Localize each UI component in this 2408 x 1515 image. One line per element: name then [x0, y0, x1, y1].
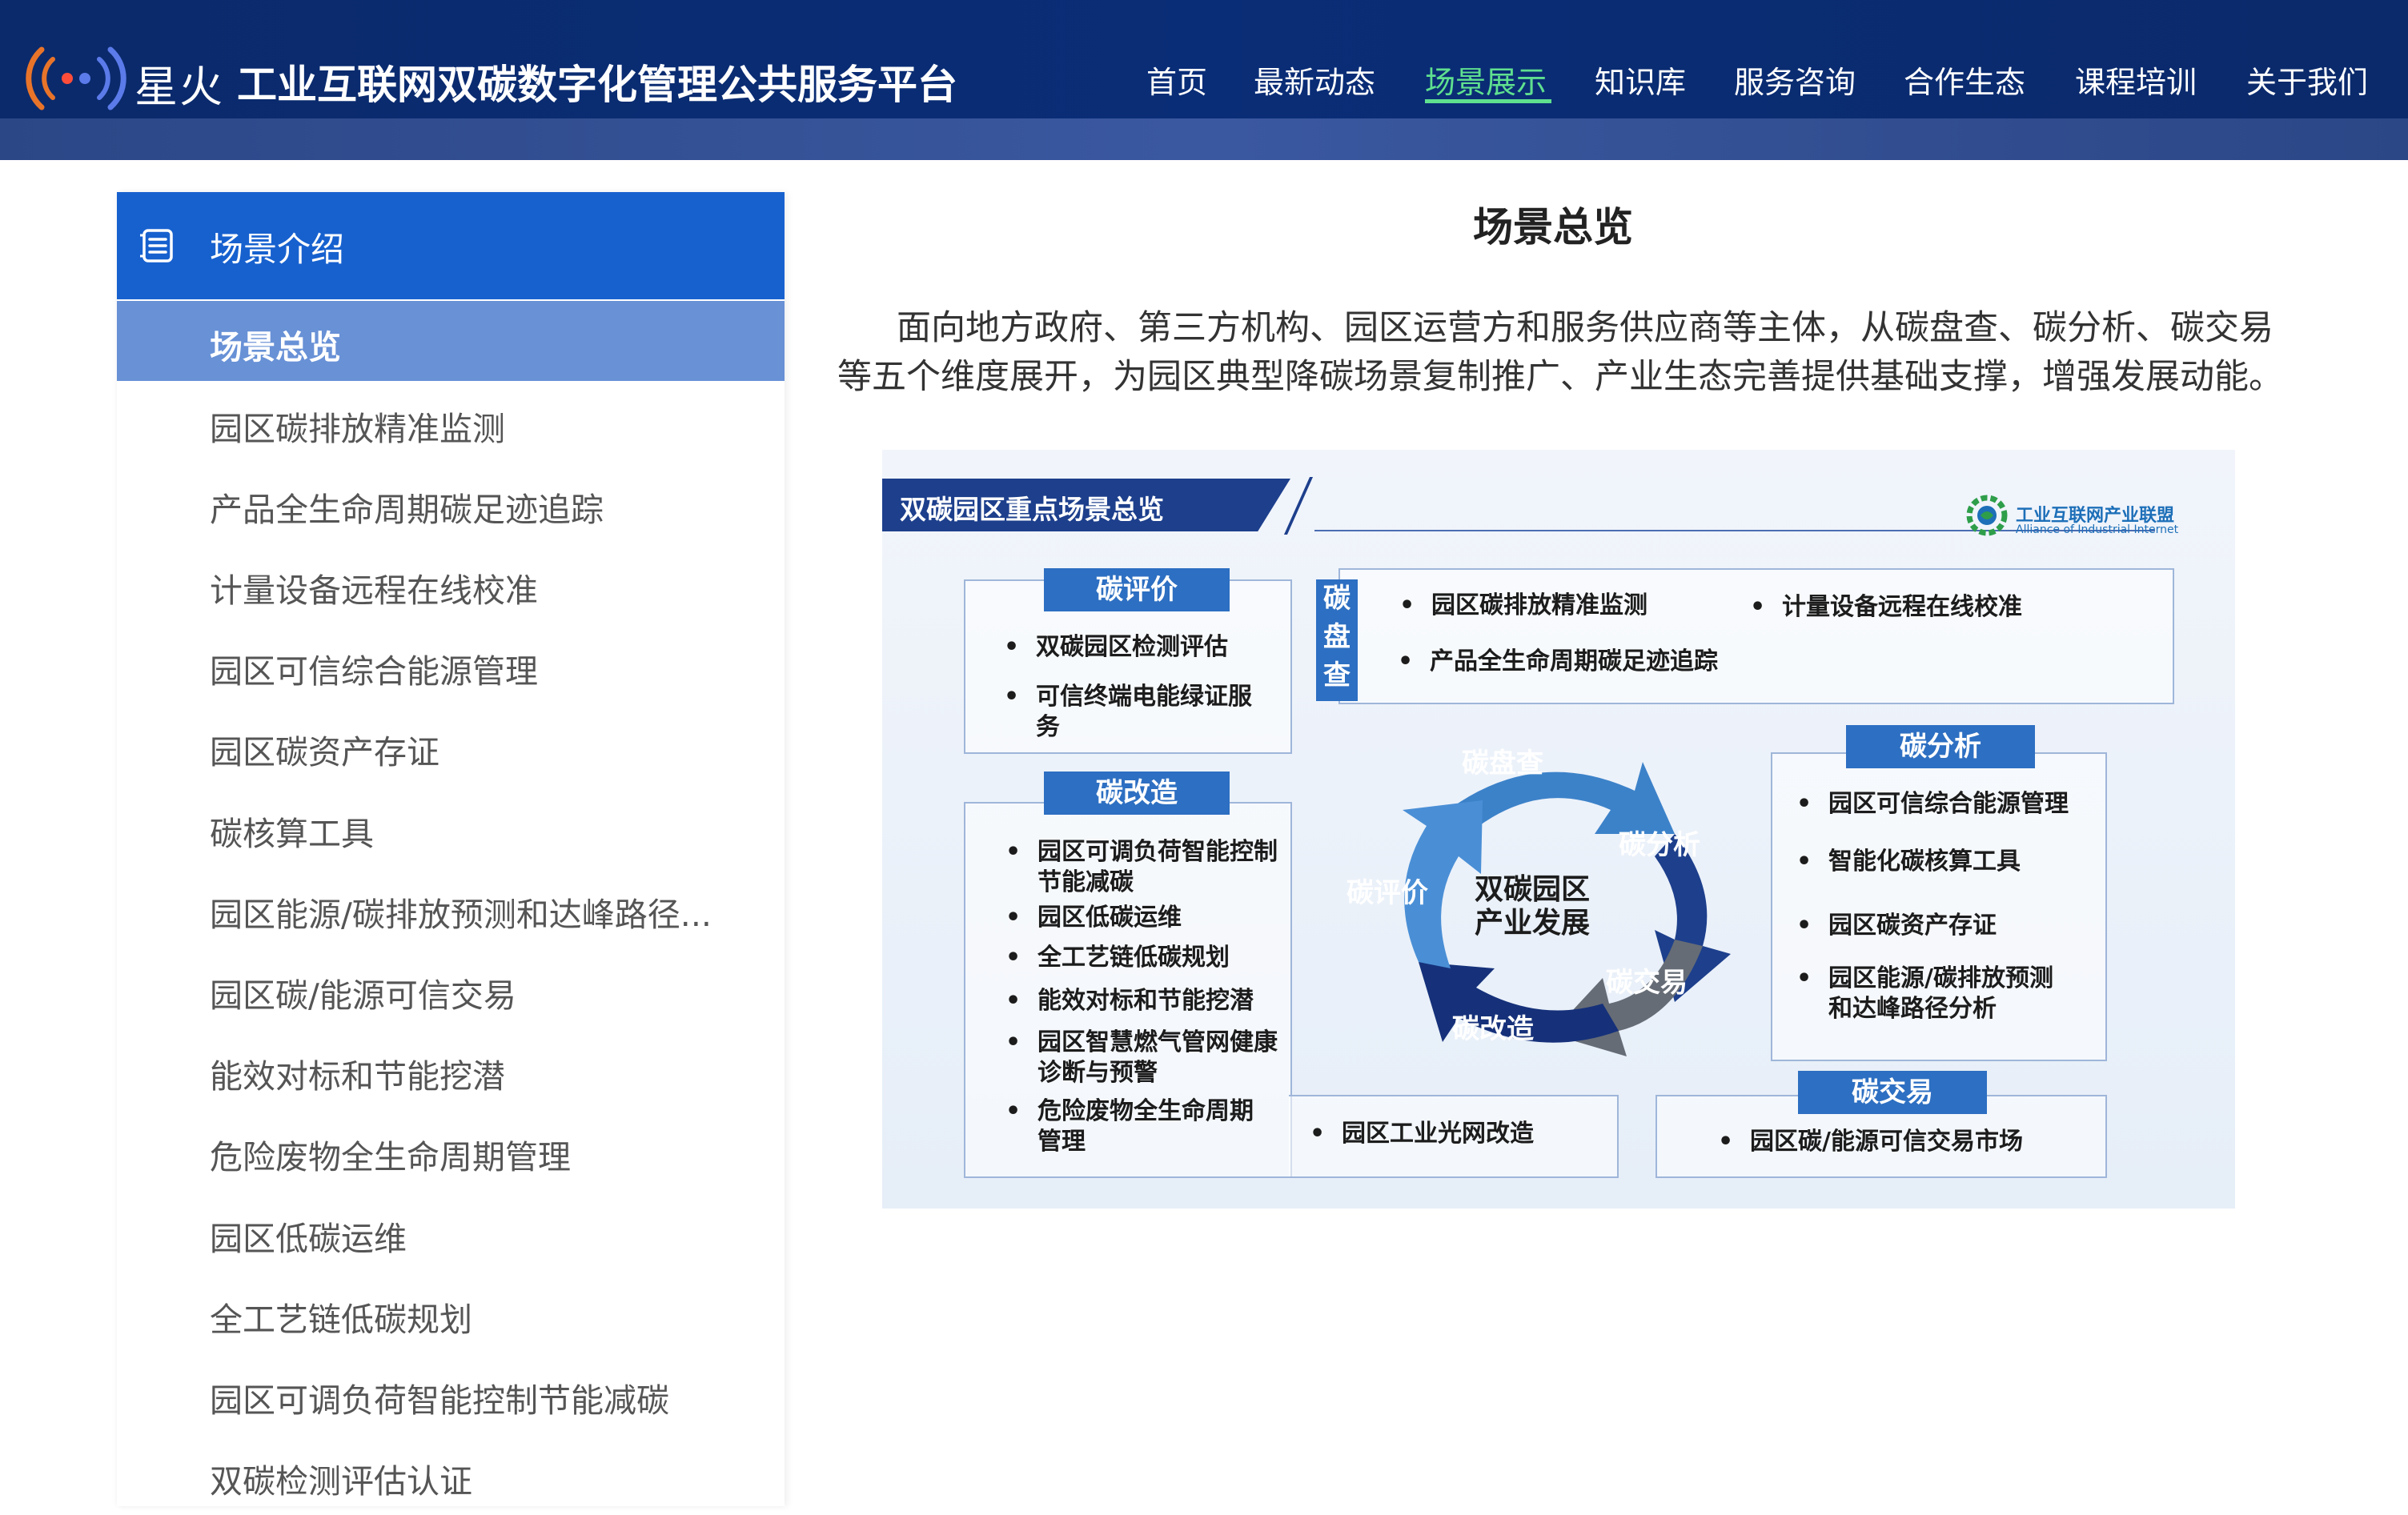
- nav-about[interactable]: 关于我们: [2246, 58, 2368, 102]
- trade-tag: 碳交易: [1798, 1071, 1987, 1114]
- nav-active-underline: [1425, 99, 1551, 103]
- header-band: [0, 118, 2408, 160]
- page-title: 场景总览: [1473, 204, 1633, 250]
- reform-extra-item: 园区工业光网改造: [1310, 1119, 1534, 1149]
- nav-news[interactable]: 最新动态: [1254, 58, 1375, 102]
- analysis-tag: 碳分析: [1846, 725, 2035, 768]
- sidebar-item-label: 双碳检测评估认证: [210, 1462, 472, 1501]
- nav-scenes[interactable]: 场景展示: [1425, 58, 1547, 102]
- sidebar-item-label: 园区能源/碳排放预测和达峰路径...: [210, 896, 712, 934]
- reform-item: 全工艺链低碳规划: [1005, 943, 1230, 973]
- sidebar-item-energy-management[interactable]: 园区可信综合能源管理: [117, 625, 785, 705]
- eval-item: 双碳园区检测评估: [1004, 632, 1228, 663]
- reform-tag: 碳改造: [1044, 772, 1230, 815]
- site-title[interactable]: 工业互联网双碳数字化管理公共服务平台: [237, 53, 957, 110]
- alliance-logo-icon: [1966, 495, 2008, 536]
- check-tag-char: 盘: [1323, 621, 1350, 653]
- sidebar-item-label: 场景总览: [210, 328, 341, 367]
- check-item: 园区碳排放精准监测: [1399, 591, 1647, 621]
- alliance-subtitle: Alliance of Industrial Internet: [2016, 523, 2179, 536]
- sidebar-item-label: 计量设备远程在线校准: [210, 571, 538, 610]
- reform-item: 危险废物全生命周期管理: [1005, 1096, 1270, 1157]
- eval-item: 可信终端电能绿证服务: [1004, 682, 1252, 743]
- cycle-label-trade: 碳交易: [1606, 967, 1688, 999]
- check-tag: 碳盘查: [1316, 579, 1358, 701]
- nav-ecosystem[interactable]: 合作生态: [1904, 58, 2025, 102]
- nav-training[interactable]: 课程培训: [2075, 58, 2197, 102]
- sidebar-item-low-carbon-ops[interactable]: 园区低碳运维: [117, 1192, 785, 1273]
- cycle-label-evaluate: 碳评价: [1346, 877, 1428, 909]
- trade-item: 园区碳/能源可信交易市场: [1718, 1127, 2023, 1157]
- sidebar-item-hazardous-waste[interactable]: 危险废物全生命周期管理: [117, 1111, 785, 1191]
- sidebar-item-label: 园区可信综合能源管理: [210, 652, 538, 691]
- eval-tag: 碳评价: [1044, 568, 1230, 611]
- intro-paragraph: 面向地方政府、第三方机构、园区运营方和服务供应商等主体，从碳盘查、碳分析、碳交易…: [837, 308, 2283, 397]
- check-box: [1338, 568, 2174, 704]
- nav-consulting[interactable]: 服务咨询: [1734, 58, 1856, 102]
- check-tag-char: 碳: [1323, 583, 1350, 615]
- sidebar-header: 场景介绍: [117, 192, 785, 299]
- sidebar-item-label: 能效对标和节能挖潜: [210, 1057, 505, 1096]
- sidebar-item-efficiency-benchmark[interactable]: 能效对标和节能挖潜: [117, 1030, 785, 1110]
- sidebar-item-asset-certificate[interactable]: 园区碳资产存证: [117, 706, 785, 786]
- sidebar-item-label: 园区碳/能源可信交易: [210, 976, 516, 1015]
- check-tag-char: 查: [1323, 659, 1350, 691]
- sidebar-item-peak-forecast[interactable]: 园区能源/碳排放预测和达峰路径...: [117, 868, 785, 948]
- sidebar-item-emission-monitoring[interactable]: 园区碳排放精准监测: [117, 383, 785, 463]
- check-item: 产品全生命周期碳足迹追踪: [1398, 647, 1718, 677]
- analysis-item: 智能化碳核算工具: [1796, 847, 2021, 877]
- diagram-title-slash: [1283, 477, 1314, 535]
- sidebar-item-label: 园区碳资产存证: [210, 733, 439, 772]
- sidebar-item-label: 园区碳排放精准监测: [210, 410, 505, 448]
- list-icon: [140, 229, 173, 263]
- signal-logo-icon[interactable]: [21, 38, 128, 118]
- sidebar-title: 场景介绍: [210, 230, 345, 269]
- sidebar-item-trusted-trading[interactable]: 园区碳/能源可信交易: [117, 949, 785, 1029]
- sidebar-item-label: 园区低碳运维: [210, 1220, 407, 1258]
- sidebar: 场景介绍 场景总览 园区碳排放精准监测 产品全生命周期碳足迹追踪 计量设备远程在…: [117, 192, 785, 1506]
- reform-item: 园区智慧燃气管网健康诊断与预警: [1005, 1028, 1278, 1088]
- sidebar-item-load-control[interactable]: 园区可调负荷智能控制节能减碳: [117, 1354, 785, 1434]
- analysis-item: 园区可信综合能源管理: [1796, 789, 2069, 820]
- sidebar-item-label: 产品全生命周期碳足迹追踪: [210, 491, 604, 529]
- sidebar-item-footprint-tracking[interactable]: 产品全生命周期碳足迹追踪: [117, 463, 785, 543]
- sidebar-item-label: 碳核算工具: [210, 815, 374, 853]
- brand-name[interactable]: 星火: [134, 51, 224, 114]
- cycle-label-check: 碳盘查: [1462, 747, 1543, 780]
- sidebar-item-label: 危险废物全生命周期管理: [210, 1138, 571, 1176]
- nav-knowledge[interactable]: 知识库: [1595, 58, 1686, 102]
- cycle-center-line2: 产业发展: [1475, 907, 1591, 940]
- analysis-item: 园区能源/碳排放预测和达峰路径分析: [1796, 964, 2069, 1024]
- reform-item: 园区低碳运维: [1005, 903, 1182, 933]
- sidebar-item-certification[interactable]: 双碳检测评估认证: [117, 1435, 785, 1515]
- sidebar-item-overview[interactable]: 场景总览: [117, 301, 785, 381]
- sidebar-item-label: 园区可调负荷智能控制节能减碳: [210, 1381, 669, 1420]
- check-item: 计量设备远程在线校准: [1750, 592, 2022, 623]
- analysis-item: 园区碳资产存证: [1796, 911, 1997, 941]
- scene-overview-diagram: 双碳园区重点场景总览 工业互联网产业联盟 Alliance of Industr…: [882, 450, 2235, 1208]
- sidebar-item-accounting-tool[interactable]: 碳核算工具: [117, 788, 785, 868]
- reform-item: 园区可调负荷智能控制节能减碳: [1005, 837, 1278, 898]
- sidebar-item-process-planning[interactable]: 全工艺链低碳规划: [117, 1273, 785, 1353]
- nav-home[interactable]: 首页: [1146, 58, 1207, 102]
- cycle-label-analysis: 碳分析: [1619, 829, 1700, 861]
- sidebar-item-remote-calibration[interactable]: 计量设备远程在线校准: [117, 544, 785, 624]
- cycle-label-reform: 碳改造: [1452, 1013, 1534, 1045]
- sidebar-item-label: 全工艺链低碳规划: [210, 1301, 472, 1339]
- reform-item: 能效对标和节能挖潜: [1005, 986, 1254, 1016]
- diagram-title: 双碳园区重点场景总览: [900, 494, 1164, 525]
- top-header: 星火 工业互联网双碳数字化管理公共服务平台 首页 最新动态 场景展示 知识库 服…: [0, 0, 2408, 118]
